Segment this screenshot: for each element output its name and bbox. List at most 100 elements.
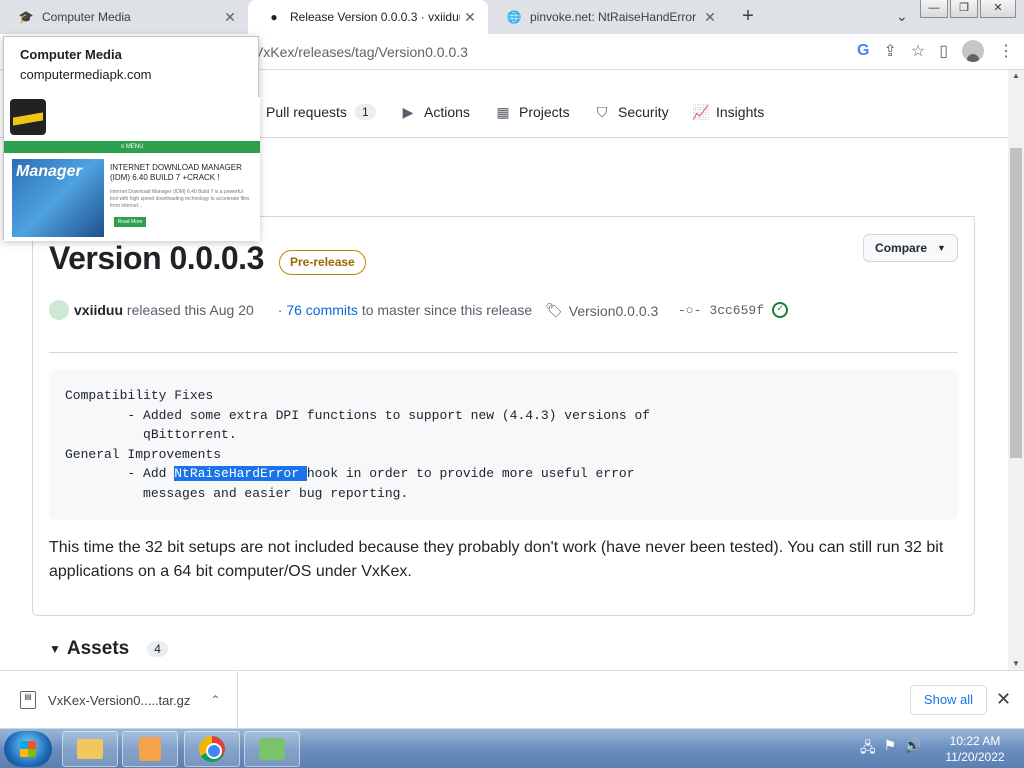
nav-pull-requests[interactable]: ⇅ Pull requests 1 bbox=[242, 104, 376, 120]
commit-sha: 3cc659f bbox=[709, 302, 765, 318]
clock-time: 10:22 AM bbox=[949, 734, 1001, 748]
tag-label: Version0.0.0.3 bbox=[568, 302, 659, 319]
minimize-button[interactable]: — bbox=[920, 0, 948, 18]
download-item[interactable]: ▤ VxKex-Version0.....tar.gz ⌃ bbox=[0, 671, 238, 729]
notes-line: - Added some extra DPI functions to supp… bbox=[65, 407, 651, 423]
tab-pinvoke[interactable]: 🌐 pinvoke.net: NtRaiseHandError (n ✕ bbox=[488, 0, 728, 34]
nav-projects[interactable]: ▦ Projects bbox=[495, 104, 569, 120]
volume-icon[interactable]: 🔊 bbox=[904, 737, 921, 761]
divider bbox=[49, 352, 958, 353]
chevron-up-icon[interactable]: ⌃ bbox=[210, 693, 220, 707]
media-player-icon bbox=[139, 737, 161, 761]
menu-icon[interactable]: ⋮ bbox=[998, 41, 1014, 61]
maximize-button[interactable]: ❐ bbox=[950, 0, 978, 18]
nav-actions[interactable]: ▶ Actions bbox=[400, 104, 470, 120]
release-tag[interactable]: 🏷 Version0.0.0.3 bbox=[545, 302, 658, 319]
notes-line: qBittorrent. bbox=[65, 427, 237, 442]
site-logo bbox=[10, 99, 46, 135]
new-tab-button[interactable]: + bbox=[736, 4, 760, 28]
profile-avatar[interactable] bbox=[962, 40, 984, 62]
taskbar-chrome[interactable] bbox=[184, 731, 240, 767]
table-icon: ▦ bbox=[496, 104, 510, 120]
assets-count: 4 bbox=[147, 641, 168, 657]
clock-date: 11/20/2022 bbox=[945, 750, 1005, 764]
download-filename: VxKex-Version0.....tar.gz bbox=[48, 692, 191, 708]
network-app-icon bbox=[259, 738, 285, 760]
prerelease-badge: Pre-release bbox=[279, 250, 366, 275]
taskbar-explorer[interactable] bbox=[62, 731, 118, 767]
nav-label: Insights bbox=[716, 104, 765, 120]
selected-text: NtRaiseHardError bbox=[174, 466, 307, 481]
check-icon: ✓ bbox=[772, 302, 789, 318]
download-bar: ▤ VxKex-Version0.....tar.gz ⌃ Show all ✕ bbox=[0, 670, 1024, 729]
toolbar-icons: G ⇪ ☆ ▯ ⋮ bbox=[857, 40, 1014, 62]
nav-label: Actions bbox=[424, 104, 470, 120]
pinvoke-icon: 🌐 bbox=[506, 10, 522, 24]
tab-release[interactable]: ● Release Version 0.0.0.3 · vxiiduu/VxKe… bbox=[248, 0, 488, 34]
star-icon[interactable]: ☆ bbox=[911, 41, 925, 61]
released-text: released this Aug 20 bbox=[126, 302, 254, 318]
thumb-text: Manager bbox=[16, 163, 82, 180]
preview-menu-bar: ≡ MENU bbox=[4, 141, 260, 153]
card-border bbox=[258, 216, 975, 217]
notes-line: messages and easier bug reporting. bbox=[65, 485, 409, 501]
vertical-scrollbar[interactable]: ▲ ▼ bbox=[1008, 70, 1024, 670]
play-icon: ▶ bbox=[402, 104, 414, 120]
taskbar-media[interactable] bbox=[122, 731, 178, 767]
nav-security[interactable]: ⛉ Security bbox=[594, 104, 669, 120]
hovercard-preview: ≡ MENU Manager INTERNET DOWNLOAD MANAGER… bbox=[4, 97, 260, 241]
release-commit[interactable]: -○- 3cc659f ✓ bbox=[678, 302, 789, 318]
triangle-down-icon: ▼ bbox=[49, 642, 61, 656]
close-icon[interactable]: ✕ bbox=[460, 9, 480, 26]
notes-line: Compatibility Fixes bbox=[65, 388, 214, 403]
github-icon: ● bbox=[270, 10, 278, 24]
cm-icon: 🎓 bbox=[18, 10, 34, 24]
close-icon[interactable]: ✕ bbox=[700, 9, 720, 26]
scroll-up-icon[interactable]: ▲ bbox=[1008, 70, 1024, 82]
nav-insights[interactable]: 📈 Insights bbox=[692, 104, 764, 120]
assets-toggle[interactable]: ▼ Assets 4 bbox=[49, 638, 168, 660]
nav-label: Pull requests bbox=[266, 104, 347, 120]
release-notes-code: Compatibility Fixes - Added some extra D… bbox=[49, 370, 958, 520]
folder-icon bbox=[77, 739, 103, 759]
archive-file-icon: ▤ bbox=[20, 691, 36, 709]
tag-icon: 🏷 bbox=[545, 302, 563, 318]
flag-icon[interactable]: ⚑ bbox=[884, 737, 897, 761]
taskbar-network[interactable] bbox=[244, 731, 300, 767]
address-bar[interactable]: /VxKex/releases/tag/Version0.0.0.3 bbox=[250, 38, 810, 66]
show-all-button[interactable]: Show all bbox=[910, 685, 987, 715]
compare-label: Compare bbox=[875, 241, 928, 255]
preview-thumbnail: Manager bbox=[12, 159, 104, 237]
network-icon[interactable]: 🖧 bbox=[860, 737, 876, 761]
preview-read-more: Read More bbox=[114, 217, 146, 227]
nav-counter: 1 bbox=[354, 104, 376, 120]
sidepanel-icon[interactable]: ▯ bbox=[939, 41, 948, 61]
tab-computer-media[interactable]: 🎓 Computer Media ✕ bbox=[0, 0, 248, 34]
hovercard-url: computermediapk.com bbox=[20, 67, 152, 82]
author-link[interactable]: vxiiduu bbox=[74, 302, 123, 318]
scroll-thumb[interactable] bbox=[1010, 148, 1022, 458]
compare-button[interactable]: Compare ▼ bbox=[863, 234, 958, 262]
caret-down-icon: ▼ bbox=[937, 243, 946, 253]
taskbar: 🖧 ⚑ 🔊 10:22 AM 11/20/2022 bbox=[0, 728, 1024, 768]
system-clock[interactable]: 10:22 AM 11/20/2022 bbox=[940, 733, 1010, 765]
avatar[interactable] bbox=[49, 300, 69, 320]
release-meta: vxiiduu released this Aug 20 · 76 commit… bbox=[49, 300, 532, 320]
share-icon[interactable]: ⇪ bbox=[883, 41, 896, 61]
shield-icon: ⛉ bbox=[596, 104, 608, 120]
chevron-down-icon[interactable]: ⌄ bbox=[896, 8, 908, 25]
close-icon[interactable]: ✕ bbox=[996, 689, 1011, 710]
notes-line: - Add bbox=[65, 466, 175, 481]
notes-line: General Improvements bbox=[65, 446, 222, 462]
tab-title: Release Version 0.0.0.3 · vxiiduu/VxKex bbox=[290, 10, 460, 24]
commits-link[interactable]: 76 commits bbox=[286, 302, 358, 318]
start-button[interactable] bbox=[4, 731, 52, 767]
commit-icon: -○- bbox=[678, 302, 702, 318]
nav-label: Security bbox=[618, 104, 669, 120]
scroll-down-icon[interactable]: ▼ bbox=[1008, 658, 1024, 670]
assets-label: Assets bbox=[66, 638, 130, 659]
close-icon[interactable]: ✕ bbox=[220, 9, 240, 26]
release-description: This time the 32 bit setups are not incl… bbox=[49, 539, 944, 580]
window-close-button[interactable]: ✕ bbox=[980, 0, 1016, 18]
google-icon[interactable]: G bbox=[857, 42, 869, 60]
